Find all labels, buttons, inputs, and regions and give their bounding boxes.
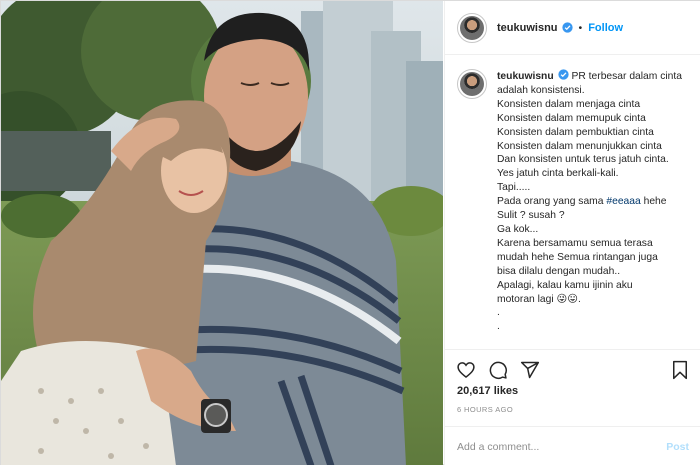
post-timestamp[interactable]: 6 HOURS AGO bbox=[457, 405, 513, 414]
caption-avatar-image bbox=[460, 72, 484, 96]
caption-line: bisa dilalu dengan mudah.. bbox=[497, 265, 621, 277]
comment-button[interactable] bbox=[487, 359, 509, 381]
caption-line: Konsisten dalam menjaga cinta bbox=[497, 98, 641, 110]
header-separator: • bbox=[578, 21, 583, 34]
caption-line: adalah konsistensi. bbox=[497, 84, 585, 96]
hashtag-link[interactable]: #eeaaa bbox=[606, 196, 640, 207]
caption-line: teukuwisnu PR terbesar dalam cinta bbox=[497, 69, 682, 84]
caption-text: teukuwisnu PR terbesar dalam cinta adala… bbox=[497, 69, 682, 334]
follow-button[interactable]: Follow bbox=[588, 22, 623, 34]
post-photo[interactable] bbox=[1, 1, 443, 465]
caption-line-text: PR terbesar dalam cinta bbox=[571, 71, 682, 82]
comment-input[interactable] bbox=[457, 440, 667, 453]
caption-line: Konsisten dalam pembuktian cinta bbox=[497, 126, 654, 138]
caption-line: Pada orang yang sama #eeaaa hehe bbox=[497, 195, 682, 209]
post-header: teukuwisnu • Follow bbox=[445, 1, 700, 55]
avatar-image bbox=[460, 15, 484, 40]
post-side-panel: teukuwisnu • Follow teukuwisnu PR terbes… bbox=[444, 1, 700, 465]
caption-section: teukuwisnu PR terbesar dalam cinta adala… bbox=[445, 55, 700, 349]
caption-line: Konsisten dalam memupuk cinta bbox=[497, 112, 646, 124]
like-button[interactable] bbox=[455, 359, 477, 381]
avatar[interactable] bbox=[457, 12, 487, 43]
caption-avatar[interactable] bbox=[457, 69, 487, 99]
caption-line: Konsisten dalam menunjukkan cinta bbox=[497, 140, 662, 152]
header-username[interactable]: teukuwisnu bbox=[497, 22, 558, 34]
caption-line: . bbox=[497, 307, 500, 319]
caption-line: Sulit ? susah ? bbox=[497, 210, 565, 222]
post-comment-button[interactable]: Post bbox=[666, 441, 689, 453]
save-button[interactable] bbox=[669, 359, 691, 381]
instagram-post: teukuwisnu • Follow teukuwisnu PR terbes… bbox=[0, 0, 700, 465]
share-icon bbox=[520, 361, 540, 378]
emoji: 😜😛. bbox=[556, 293, 581, 305]
caption-line-text: motoran lagi bbox=[497, 293, 554, 305]
verified-badge-icon bbox=[558, 69, 569, 80]
share-button[interactable] bbox=[519, 359, 541, 381]
caption-line: mudah hehe Semua rintangan juga bbox=[497, 251, 658, 263]
bookmark-icon bbox=[673, 360, 687, 379]
caption-line: Ga kok... bbox=[497, 223, 539, 235]
caption-line: Tapi..... bbox=[497, 182, 531, 194]
caption-line: Karena bersamamu semua terasa bbox=[497, 237, 653, 249]
caption-line: motoran lagi 😜😛. bbox=[497, 293, 682, 307]
comment-bar: Post bbox=[445, 426, 700, 465]
caption-line: . bbox=[497, 321, 500, 333]
couple-photo-illustration bbox=[1, 1, 443, 465]
verified-badge-icon bbox=[561, 22, 573, 33]
caption-line: Apalagi, kalau kamu ijinin aku bbox=[497, 279, 633, 291]
likes-count[interactable]: 20,617 likes bbox=[457, 385, 518, 397]
comment-icon bbox=[489, 361, 507, 379]
heart-icon bbox=[457, 361, 475, 378]
caption-comment: teukuwisnu PR terbesar dalam cinta adala… bbox=[457, 69, 688, 334]
caption-line: Dan konsisten untuk terus jatuh cinta. bbox=[497, 154, 669, 166]
caption-line-text: hehe bbox=[640, 196, 667, 208]
caption-username[interactable]: teukuwisnu bbox=[497, 71, 554, 82]
action-bar bbox=[445, 349, 700, 389]
caption-line: Yes jatuh cinta berkali-kali. bbox=[497, 168, 619, 180]
caption-line-text: Pada orang yang sama bbox=[497, 196, 604, 208]
